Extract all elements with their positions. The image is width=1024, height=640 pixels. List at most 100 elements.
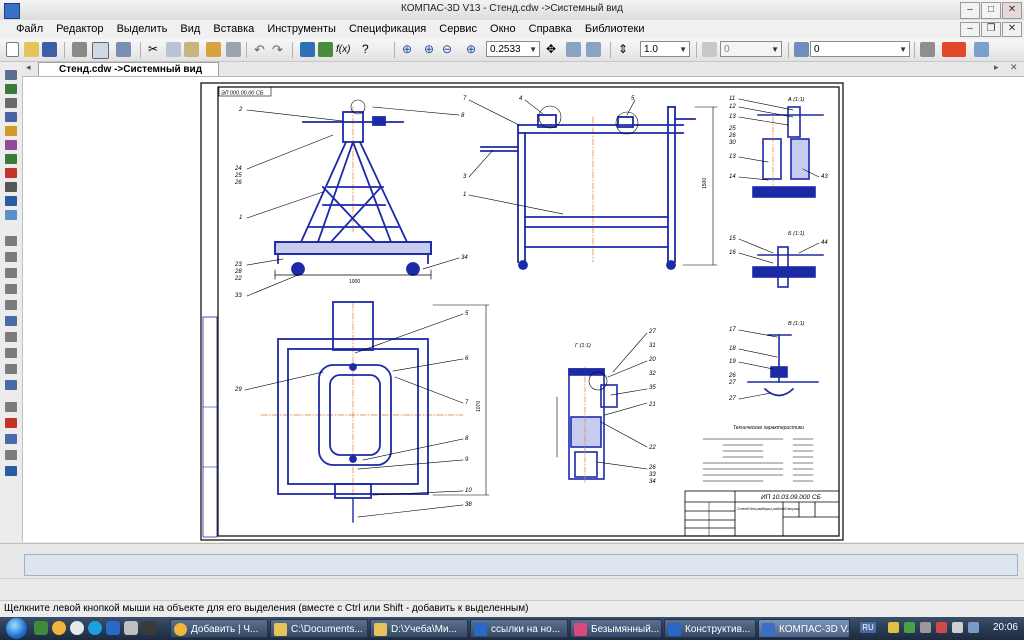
parameters-icon[interactable] — [920, 42, 935, 57]
rectangle-icon[interactable] — [5, 348, 17, 358]
zoom-out-icon[interactable]: ⊖ — [442, 42, 457, 57]
doc-minimize-button[interactable]: – — [960, 22, 980, 37]
menu-specification[interactable]: Спецификация — [344, 20, 431, 35]
task-documents-folder[interactable]: C:\Documents... — [270, 619, 368, 638]
format-painter-icon[interactable] — [206, 42, 221, 57]
show-all-icon[interactable] — [566, 42, 581, 57]
antivirus-icon[interactable] — [936, 622, 947, 633]
geometry-check-icon[interactable] — [974, 42, 989, 57]
menu-file[interactable]: Файл — [11, 20, 48, 35]
hatch-icon[interactable] — [5, 380, 17, 390]
parametrization-tool-icon[interactable] — [5, 126, 17, 136]
new-document-icon[interactable] — [6, 42, 19, 57]
tab-scroll-left-icon[interactable]: ◂ — [26, 62, 31, 73]
tab-close-icon[interactable]: ✕ — [1010, 62, 1018, 73]
tab-stend-document[interactable]: Стенд.cdw ->Системный вид — [38, 62, 220, 76]
text-icon[interactable] — [5, 450, 17, 460]
task-word-constructive[interactable]: Конструктив... — [664, 619, 756, 638]
minimize-button[interactable]: – — [960, 2, 980, 19]
measure-tool-icon[interactable] — [5, 140, 17, 150]
menu-tools[interactable]: Инструменты — [262, 20, 341, 35]
connection-icon[interactable] — [968, 622, 979, 633]
edit-tool-icon[interactable] — [5, 112, 17, 122]
cut-icon[interactable]: ✂ — [148, 42, 163, 57]
menu-insert[interactable]: Вставка — [208, 20, 259, 35]
task-untitled[interactable]: Безымянный... — [570, 619, 662, 638]
offset-icon[interactable] — [5, 434, 17, 444]
zoom-in-icon[interactable]: ⊕ — [424, 42, 439, 57]
save-icon[interactable] — [42, 42, 57, 57]
style-combo[interactable]: 0 ▼ — [720, 41, 782, 57]
point-icon[interactable] — [5, 236, 17, 246]
manager-icon[interactable] — [116, 42, 131, 57]
drawing-canvas[interactable]: ЭЛ 000.00.00 СБ 1000 2 8 24 25 26 1 23 2… — [23, 77, 1024, 542]
menu-window[interactable]: Окно — [485, 20, 521, 35]
menu-libraries[interactable]: Библиотеки — [580, 20, 650, 35]
copy-icon[interactable] — [166, 42, 181, 57]
select-tool-icon[interactable] — [5, 154, 17, 164]
trim-icon[interactable] — [5, 418, 17, 428]
polyline-icon[interactable] — [5, 332, 17, 342]
doc-restore-button[interactable]: ❐ — [981, 22, 1001, 37]
start-button[interactable] — [6, 618, 27, 639]
redo-icon[interactable]: ↷ — [272, 42, 287, 57]
variables-icon[interactable] — [318, 42, 333, 57]
ellipse-icon[interactable] — [5, 300, 17, 310]
task-browser[interactable]: Добавить | Ч... — [170, 619, 268, 638]
preview-icon[interactable] — [92, 42, 109, 59]
shield-icon[interactable] — [888, 622, 899, 633]
property-panel[interactable] — [0, 543, 1024, 579]
polygon-icon[interactable] — [5, 364, 17, 374]
property-panel-field[interactable] — [24, 554, 1018, 576]
menu-select[interactable]: Выделить — [112, 20, 173, 35]
chamfer-icon[interactable] — [5, 402, 17, 412]
snap-magnet-icon[interactable] — [942, 42, 966, 57]
task-kompas[interactable]: КОМПАС-3D V... — [758, 619, 850, 638]
pan-icon[interactable]: ✥ — [546, 42, 561, 57]
clock[interactable]: 20:06 — [993, 622, 1018, 633]
explorer-icon[interactable] — [124, 621, 138, 635]
reports-tool-icon[interactable] — [5, 182, 17, 192]
layer-combo[interactable]: 0 ▼ — [810, 41, 910, 57]
paste-icon[interactable] — [184, 42, 199, 57]
properties-icon[interactable] — [226, 42, 241, 57]
menu-view[interactable]: Вид — [175, 20, 205, 35]
skype-icon[interactable] — [88, 621, 102, 635]
zoom-scale-icon[interactable]: ⊕ — [466, 42, 481, 57]
drawing-sheet[interactable]: ЭЛ 000.00.00 СБ 1000 2 8 24 25 26 1 23 2… — [23, 77, 1024, 542]
qip-icon[interactable] — [70, 621, 84, 635]
style-icon[interactable] — [702, 42, 717, 57]
task-study-folder[interactable]: D:\Учеба\Ми... — [370, 619, 468, 638]
step-cursor-icon[interactable]: ⇕ — [618, 42, 633, 57]
tab-scroll-right-icon[interactable]: ▸ — [994, 62, 999, 73]
chrome-icon[interactable] — [52, 621, 66, 635]
language-indicator[interactable]: RU — [860, 622, 876, 633]
show-desktop-icon[interactable] — [34, 621, 48, 635]
menu-service[interactable]: Сервис — [434, 20, 482, 35]
flag-icon[interactable] — [920, 622, 931, 633]
fx-icon[interactable]: f(x) — [336, 42, 351, 57]
network-icon[interactable] — [904, 622, 915, 633]
menu-editor[interactable]: Редактор — [51, 20, 108, 35]
dimensions-tool-icon[interactable] — [5, 84, 17, 94]
views-tool-icon[interactable] — [5, 210, 17, 220]
help-pointer-icon[interactable]: ? — [362, 42, 377, 57]
zoom-window-icon[interactable]: ⊕ — [402, 42, 417, 57]
special-control-panel[interactable] — [0, 578, 1024, 601]
symbols-tool-icon[interactable] — [5, 98, 17, 108]
misc-app-icon[interactable] — [142, 621, 156, 635]
tree-icon[interactable] — [300, 42, 315, 57]
doc-close-button[interactable]: ✕ — [1002, 22, 1022, 37]
spline-icon[interactable] — [5, 316, 17, 326]
task-word-links[interactable]: ссылки на но... — [470, 619, 568, 638]
table-icon[interactable] — [5, 466, 17, 476]
undo-icon[interactable]: ↶ — [254, 42, 269, 57]
open-folder-icon[interactable] — [24, 42, 39, 57]
circle-icon[interactable] — [5, 268, 17, 278]
word-icon[interactable] — [106, 621, 120, 635]
volume-icon[interactable] — [952, 622, 963, 633]
print-icon[interactable] — [72, 42, 87, 57]
refresh-icon[interactable] — [586, 42, 601, 57]
close-button[interactable]: ✕ — [1002, 2, 1022, 19]
maximize-button[interactable]: □ — [981, 2, 1001, 19]
